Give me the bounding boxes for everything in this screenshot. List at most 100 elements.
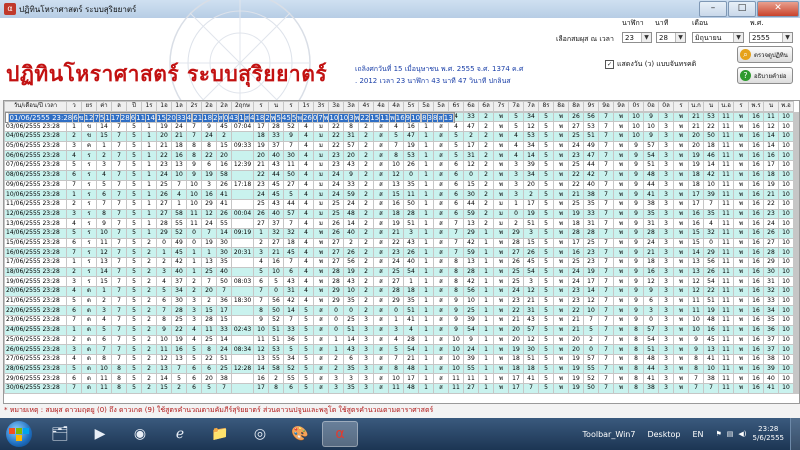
table-cell: ร <box>81 198 97 210</box>
table-cell: 10 <box>628 111 644 123</box>
month-select[interactable]: มิถุนายน ▼ <box>692 32 744 43</box>
table-cell: พ <box>613 121 629 133</box>
table-cell: 4 <box>96 315 112 326</box>
ephemeris-table[interactable]: วัน/เดือน/ปี เวลาวยร ค่าลปี 1ร 1อ 1ล 2ร 2อ 2ล 2ฤ… <box>3 100 800 404</box>
minute-select[interactable]: 28 ▼ <box>656 32 686 43</box>
table-cell: ร <box>81 189 97 200</box>
table-cell: 7 <box>598 121 614 133</box>
table-row[interactable]: 30/06/2555 23:28 7 ด 11 8 5 2 15 2 6 5 7 17 8 6 5 ส 3 35 3 ส… <box>4 382 799 394</box>
year-select[interactable]: 2555 ▼ <box>749 32 793 43</box>
toolbar-label[interactable]: Toolbar_Win7 <box>583 430 636 439</box>
table-cell: 9 <box>628 169 644 181</box>
table-row[interactable]: 06/06/2555 23:28 4 ร 2 7 5 1 22 16 8 22 20 20 40 30 4 ม 2… <box>4 150 799 162</box>
maximize-button[interactable]: □ <box>728 1 756 17</box>
table-row[interactable]: 08/06/2555 23:28 6 ร 4 7 5 1 24 10 9 19 58 22 44 50 4 ม 2… <box>4 169 799 181</box>
table-cell: 37 <box>268 140 284 152</box>
table-cell: พ <box>613 334 629 346</box>
column-header: 4อ <box>373 101 389 112</box>
table-cell: 37 <box>268 218 284 229</box>
table-cell: 52 <box>283 363 299 375</box>
table-cell: 2 <box>478 150 494 162</box>
table-cell: 41 <box>403 315 419 326</box>
table-cell: 10 <box>778 344 794 355</box>
table-cell: 7 <box>598 140 614 152</box>
table-row[interactable]: 27/06/2555 23:28 4 ด 8 7 5 2 12 13 5 22 51 13 55 34 5 ส 2… <box>4 353 799 365</box>
table-row[interactable]: 28/06/2555 23:28 5 ด 10 8 5 2 13 7 6 6 25 12:28 14 58 5… <box>4 363 799 375</box>
table-row[interactable]: 20/06/2555 23:28 4 ด 1 7 5 2 5 34 2 20 7 7 0 31 4 พ 29 10 2… <box>4 286 799 297</box>
table-cell: 3 <box>658 189 674 200</box>
table-row[interactable]: 05/06/2555 23:28 3 ค 1 7 5 1 21 18 8 8 15 09:33 19 37 7… <box>4 140 799 152</box>
show-desktop-button[interactable] <box>790 418 800 450</box>
lunar-day-checkbox[interactable]: ✓ แสดงวัน (ว) แบบจันทรคติ <box>605 59 696 70</box>
table-row[interactable]: 13/06/2555 23:28 4 ร 9 7 5 1 28 55 11 24 55 27 37 7 4 ม 2… <box>4 218 799 229</box>
table-row[interactable]: 17/06/2555 23:28 1 ร 13 7 5 2 2 42 1 13 35 4 16 7 4 พ 27 5… <box>4 257 799 268</box>
taskbar-media-player-icon[interactable]: ▶ <box>82 421 118 447</box>
language-indicator[interactable]: EN <box>692 430 703 439</box>
table-row[interactable]: 11/06/2555 23:28 2 ร 7 7 5 1 27 1 10 29 41 25 43 44 4 ม 2… <box>4 198 799 210</box>
table-cell: 13 <box>798 227 799 239</box>
table-cell: 26 <box>301 112 313 124</box>
table-cell: 8 <box>628 324 644 336</box>
taskbar-paint-icon[interactable]: 🎨 <box>282 421 318 447</box>
table-row[interactable]: 24/06/2555 23:28 1 ด 5 7 5 2 9 22 4 11 33 02:43 10 51 3… <box>4 324 799 336</box>
table-row[interactable]: 10/06/2555 23:28 1 ร 6 7 5 1 26 4 10 16 41 24 45 5 4 ม 24… <box>4 189 799 200</box>
table-cell: 1 <box>418 227 434 239</box>
table-cell: 2 <box>141 324 157 336</box>
table-cell: 7 <box>598 344 614 355</box>
table-row[interactable]: 25/06/2555 23:28 2 ด 6 7 5 2 10 19 4 25 14 11 51 36 5 ส 1… <box>4 334 799 346</box>
table-cell: 1 <box>418 363 434 375</box>
table-cell: 35 <box>763 315 779 326</box>
table-cell: ส <box>433 295 449 307</box>
taskbar-media-center-icon[interactable]: ◎ <box>242 421 278 447</box>
table-row[interactable]: 09/06/2555 23:28 7 ร 5 7 5 1 25 7 10 3 26 17:18 23 45 2… <box>4 179 799 191</box>
table-cell: พ <box>733 305 749 317</box>
table-row[interactable]: 01/06/2555 23:28 6 ข 12 7 5 1 17 28 6 11 14 15 20 33 4 2… <box>4 111 455 124</box>
network-icon[interactable]: ▤ <box>727 430 734 438</box>
table-row[interactable]: 29/06/2555 23:28 6 ด 11 8 5 2 14 5 6 20 38 16 2 55 5 ส 3 3… <box>4 373 799 384</box>
table-row[interactable]: 21/06/2555 23:28 5 ด 2 7 5 2 6 30 3 2 36 18:30 7 56 42 4… <box>4 295 799 307</box>
taskbar-internet-explorer-icon[interactable]: ℯ <box>162 421 198 447</box>
table-row[interactable]: 22/06/2555 23:28 6 ด 3 7 5 2 7 28 3 15 17 8 50 14 5 ส 0 0 2… <box>4 305 799 317</box>
chevron-down-icon: ▼ <box>733 33 743 42</box>
minimize-button[interactable]: – <box>699 1 727 17</box>
table-cell: 17 <box>763 160 779 171</box>
table-cell: 11 <box>718 305 734 317</box>
table-cell: 8 <box>431 112 439 124</box>
table-cell: 7 <box>598 218 614 229</box>
table-row[interactable]: 23/06/2555 23:28 7 ด 4 7 5 2 8 25 3 28 15 9 52 7 5 ส 0 25 3… <box>4 315 799 326</box>
table-row[interactable]: 16/06/2555 23:28 7 ร 12 7 5 2 1 45 1 1 30 20:31 3 21 45… <box>4 247 799 258</box>
table-cell: 3 <box>358 315 374 326</box>
table-row[interactable]: 14/06/2555 23:28 5 ร 10 7 5 1 29 52 0 7 14 09:19 1 32 3… <box>4 227 799 239</box>
desktop-label[interactable]: Desktop <box>647 430 680 439</box>
table-cell: 30 <box>463 189 479 200</box>
table-cell: 0 <box>403 169 419 181</box>
table-row[interactable]: 18/06/2555 23:28 2 ร 14 7 5 2 3 40 1 25 40 5 10 6 4 พ 28 1… <box>4 266 799 278</box>
table-row[interactable]: 15/06/2555 23:28 6 ร 11 7 5 2 0 49 0 19 30 2 27 18 4 พ 27… <box>4 237 799 249</box>
close-button[interactable]: ✕ <box>757 1 799 17</box>
table-cell: 16 <box>748 198 764 210</box>
table-cell: ส <box>313 324 329 336</box>
table-cell: 35 <box>403 295 419 307</box>
table-cell: 2 <box>478 189 494 200</box>
table-cell: พ <box>553 363 569 375</box>
clock[interactable]: 23:28 5/6/2555 <box>753 425 784 443</box>
table-row[interactable]: 07/06/2555 23:28 5 ร 3 7 5 1 23 13 9 6 16 12:39 21 43 1… <box>4 160 799 171</box>
table-cell: 18 <box>403 286 419 297</box>
volume-icon[interactable]: ◀) <box>738 430 746 438</box>
table-row[interactable]: 12/06/2555 23:28 3 ร 8 7 5 1 27 58 11 12 26 00:04 26 4… <box>4 208 799 220</box>
table-row[interactable]: 19/06/2555 23:28 3 ร 15 7 5 2 4 37 2 7 50 08:03 6 5 43 4… <box>4 276 799 288</box>
flag-icon[interactable]: ⚑ <box>716 430 722 438</box>
table-cell: 1 <box>418 305 434 317</box>
table-row[interactable]: 04/06/2555 23:28 2 ข 15 7 5 1 20 21 7 24 2 18 33 9 4 ม 22… <box>4 131 799 142</box>
taskbar-folder-icon[interactable]: 📁 <box>202 421 238 447</box>
hour-select[interactable]: 23 ▼ <box>622 32 652 43</box>
taskbar-file-explorer-icon[interactable]: 🗂 <box>42 421 78 447</box>
table-cell: 5 <box>126 237 142 249</box>
taskbar-calendar-app-icon[interactable]: α <box>322 421 358 447</box>
explain-abbreviations-button[interactable]: ? อธิบายคำย่อ <box>737 67 793 84</box>
table-cell: 2 <box>583 334 599 346</box>
table-row[interactable]: 26/06/2555 23:28 3 ด 7 7 5 2 11 16 5 8 24 08:34 12 53 5… <box>4 344 799 355</box>
start-button[interactable] <box>6 421 32 447</box>
taskbar-chrome-icon[interactable]: ◉ <box>122 421 158 447</box>
check-calendar-button[interactable]: ⌕ ตรวจดูปฏิทิน <box>737 46 793 63</box>
